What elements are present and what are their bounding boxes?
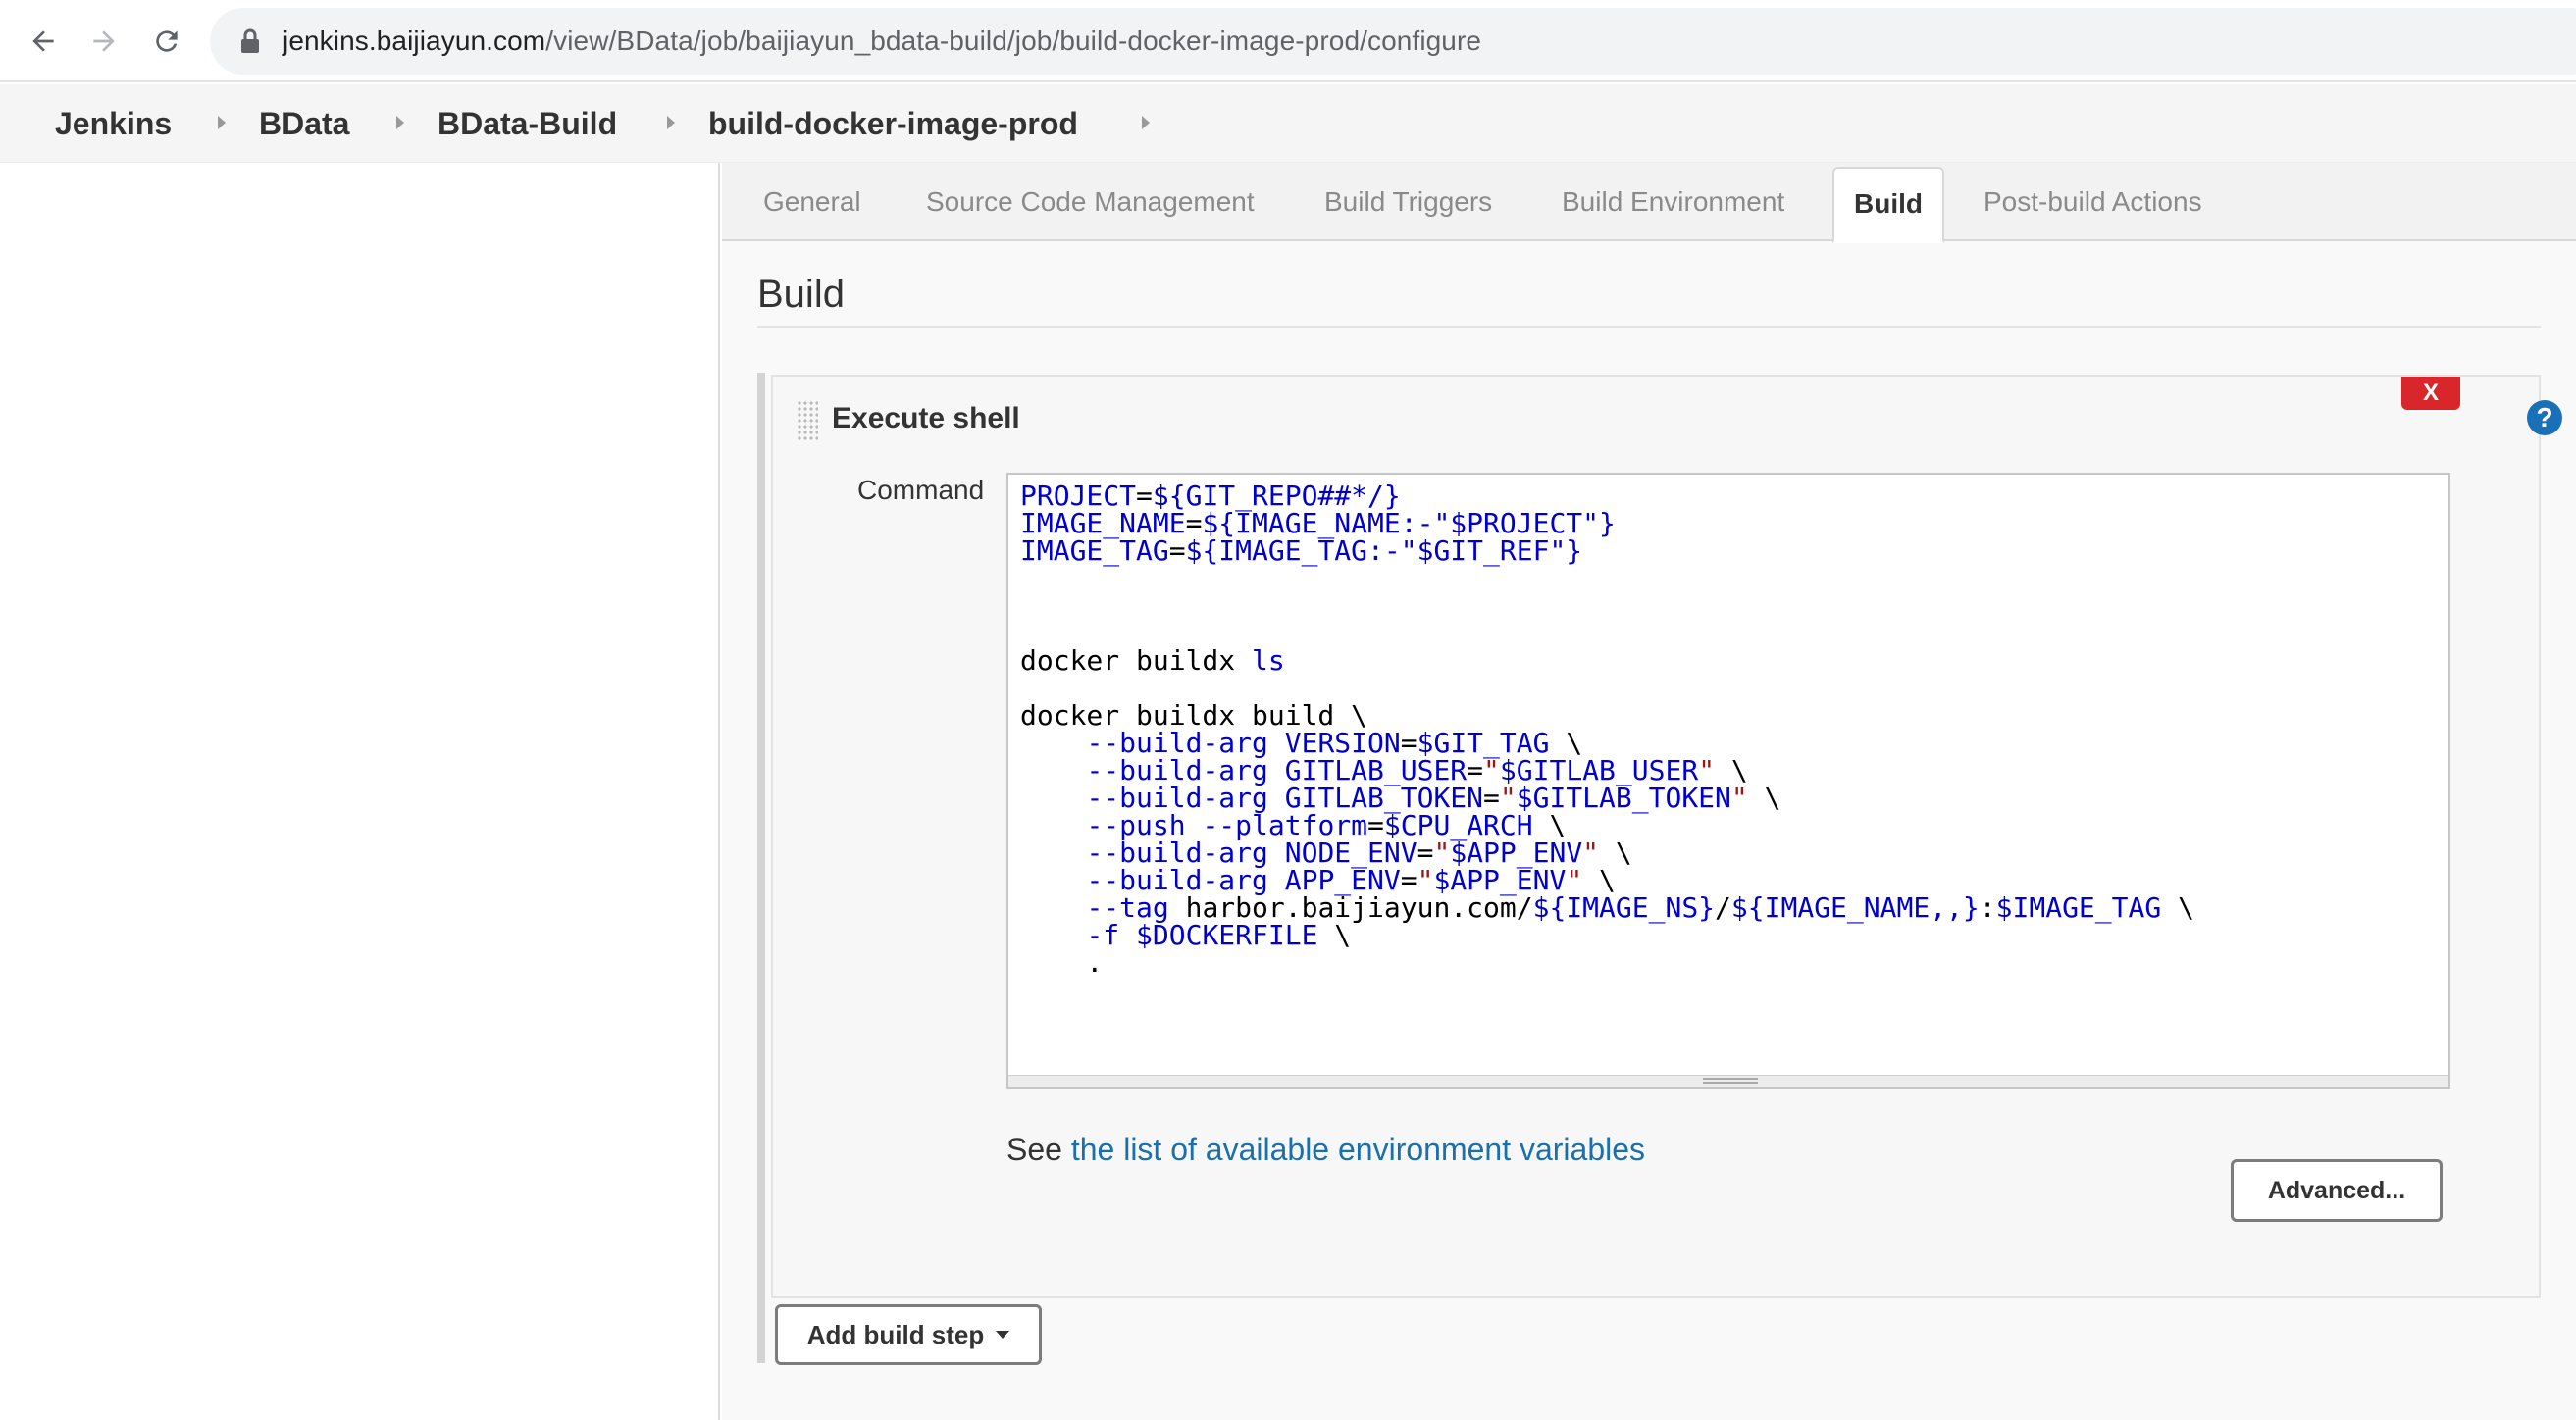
code-line: . (1020, 946, 1104, 979)
back-arrow-icon (32, 30, 54, 52)
add-build-step-label: Add build step (806, 1319, 985, 1349)
code-line: --build-arg GITLAB_USER="$GITLAB_USER" \ (1086, 754, 1748, 786)
section-divider (757, 326, 2541, 328)
code-line: docker buildx build \ (1020, 699, 1368, 732)
code-line: PROJECT=${GIT_REPO##*/} (1020, 480, 1401, 512)
textarea-resize-handle[interactable] (1008, 1075, 2448, 1087)
code-line: IMAGE_TAG=${IMAGE_TAG:-"$GIT_REF"} (1020, 534, 1583, 567)
side-panel (0, 163, 720, 1420)
code-line: --build-arg APP_ENV="$APP_ENV" \ (1086, 864, 1616, 896)
tab-general[interactable]: General (763, 186, 861, 218)
command-textarea[interactable]: PROJECT=${GIT_REPO##*/} IMAGE_NAME=${IMAG… (1006, 473, 2450, 1089)
code-line: --build-arg GITLAB_TOKEN="$GITLAB_TOKEN"… (1086, 782, 1781, 814)
add-build-step-button[interactable]: Add build step (775, 1304, 1042, 1365)
browser-toolbar: jenkins.baijiayun.com/view/BData/job/bai… (0, 0, 2576, 82)
breadcrumb-item-bdata[interactable]: BData (259, 106, 349, 142)
code-line: --build-arg NODE_ENV="$APP_ENV" \ (1086, 837, 1632, 869)
delete-step-button[interactable]: X (2401, 377, 2460, 410)
env-help-text: See the list of available environment va… (1006, 1132, 1645, 1168)
code-line: -f $DOCKERFILE \ (1086, 919, 1352, 951)
tab-build[interactable]: Build (1832, 167, 1944, 243)
url-path: /view/BData/job/baijiayun_bdata-build/jo… (545, 25, 1482, 56)
command-code[interactable]: PROJECT=${GIT_REPO##*/} IMAGE_NAME=${IMAG… (1020, 482, 2194, 977)
lock-icon (241, 28, 259, 53)
advanced-button[interactable]: Advanced... (2231, 1159, 2443, 1222)
env-variables-link[interactable]: the list of available environment variab… (1071, 1132, 1645, 1167)
caret-down-icon (996, 1331, 1010, 1339)
address-bar[interactable]: jenkins.baijiayun.com/view/BData/job/bai… (210, 8, 2576, 75)
breadcrumb-separator-icon[interactable] (1142, 116, 1150, 129)
code-line: IMAGE_NAME=${IMAGE_NAME:-"$PROJECT"} (1020, 507, 1616, 539)
step-title: Execute shell (832, 402, 1020, 434)
execute-shell-step: Execute shell X ? Command PROJECT=${GIT_… (771, 375, 2562, 1298)
breadcrumb-separator-icon[interactable] (218, 116, 226, 129)
code-line: --push --platform=$CPU_ARCH \ (1086, 809, 1567, 841)
drag-handle-icon[interactable] (797, 400, 818, 441)
breadcrumb: Jenkins BData BData-Build build-docker-i… (0, 84, 2576, 163)
breadcrumb-separator-icon[interactable] (667, 116, 675, 129)
code-line: --tag harbor.baijiayun.com/${IMAGE_NS}/$… (1086, 891, 2194, 924)
config-main: General Source Code Management Build Tri… (722, 163, 2576, 1420)
env-help-prefix: See (1006, 1132, 1071, 1167)
tab-post-build-actions[interactable]: Post-build Actions (1984, 186, 2202, 218)
breadcrumb-item-bdata-build[interactable]: BData-Build (438, 106, 617, 142)
reload-button[interactable] (145, 20, 188, 63)
config-tabs: General Source Code Management Build Tri… (722, 163, 2576, 243)
breadcrumb-separator-icon[interactable] (396, 116, 404, 129)
tab-build-triggers[interactable]: Build Triggers (1324, 186, 1492, 218)
forward-button[interactable] (82, 20, 126, 63)
code-line: docker buildx ls (1020, 644, 1285, 677)
reload-icon (156, 30, 178, 52)
tab-source-code-management[interactable]: Source Code Management (926, 186, 1255, 218)
section-title: Build (757, 273, 845, 316)
url-host: jenkins.baijiayun.com (283, 25, 546, 56)
resize-grip-icon (1703, 1078, 1758, 1084)
back-button[interactable] (22, 20, 65, 63)
tab-build-environment[interactable]: Build Environment (1562, 186, 1784, 218)
forward-arrow-icon (93, 30, 115, 52)
help-icon[interactable]: ? (2527, 400, 2562, 435)
command-label: Command (857, 475, 985, 505)
breadcrumb-item-job[interactable]: build-docker-image-prod (708, 106, 1078, 142)
breadcrumb-item-jenkins[interactable]: Jenkins (55, 106, 172, 142)
step-container-bar (757, 373, 765, 1363)
code-line: --build-arg VERSION=$GIT_TAG \ (1086, 727, 1583, 759)
url-text: jenkins.baijiayun.com/view/BData/job/bai… (283, 25, 1481, 57)
